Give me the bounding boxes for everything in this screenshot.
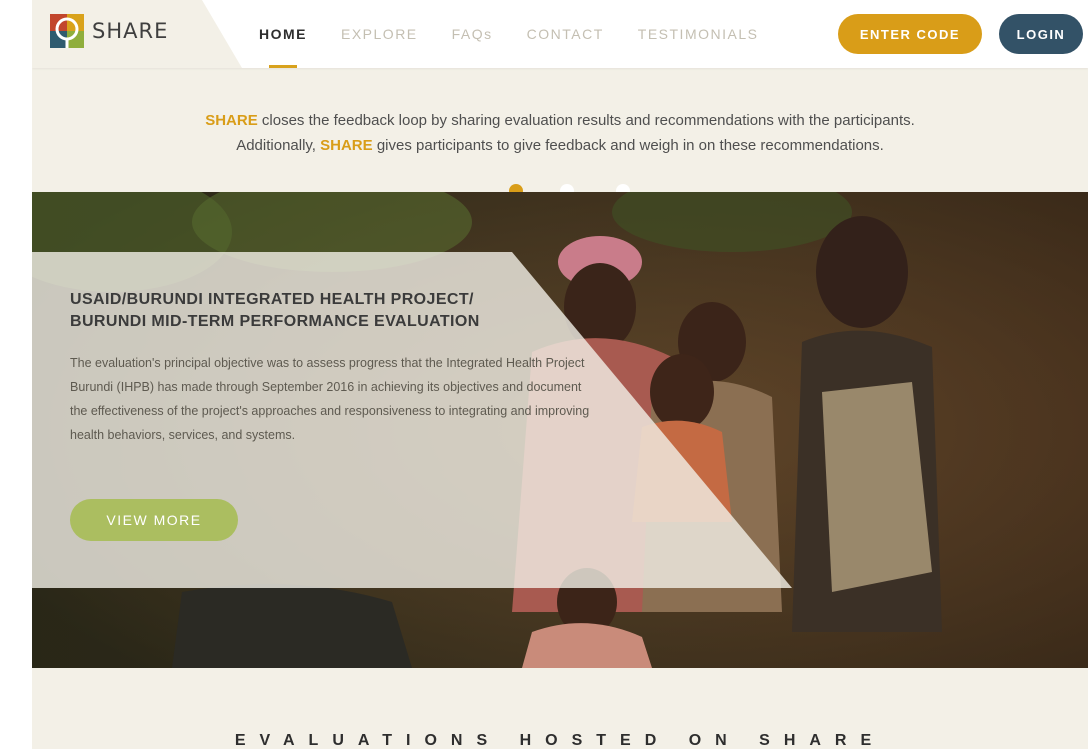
intro-brand: SHARE	[205, 112, 258, 129]
nav-item-home[interactable]: HOME	[259, 0, 307, 68]
hero-title-line-2: BURUNDI MID-TERM PERFORMANCE EVALUATION	[70, 313, 480, 330]
logo-text: SHARE	[92, 19, 169, 43]
enter-code-button[interactable]: ENTER CODE	[838, 14, 982, 54]
intro-line-1-text: closes the feedback loop by sharing eval…	[257, 112, 915, 129]
hero-slide: USAID/BURUNDI INTEGRATED HEALTH PROJECT/…	[32, 192, 1088, 668]
intro-line-2-start: Additionally,	[236, 137, 321, 154]
intro-line-1: SHARE closes the feedback loop by sharin…	[32, 108, 1088, 133]
nav-item-explore[interactable]: EXPLORE	[341, 0, 418, 68]
page: SHARE HOME EXPLORE FAQs CONTACT TESTIMON…	[32, 0, 1088, 749]
main-nav: HOME EXPLORE FAQs CONTACT TESTIMONIALS	[259, 0, 792, 68]
view-more-button[interactable]: VIEW MORE	[70, 499, 238, 541]
hero-title-line-1: USAID/BURUNDI INTEGRATED HEALTH PROJECT/	[70, 291, 474, 308]
nav-item-contact[interactable]: CONTACT	[527, 0, 604, 68]
intro-brand-2: SHARE	[320, 137, 373, 154]
hero-title: USAID/BURUNDI INTEGRATED HEALTH PROJECT/…	[70, 289, 540, 333]
section-title: EVALUATIONS HOSTED ON SHARE	[234, 732, 886, 749]
nav-item-faqs[interactable]: FAQs	[452, 0, 493, 68]
header: SHARE HOME EXPLORE FAQs CONTACT TESTIMON…	[32, 0, 1088, 68]
share-logo-icon	[50, 14, 84, 48]
intro-line-2: Additionally, SHARE gives participants t…	[32, 133, 1088, 158]
intro-line-2-text: gives participants to give feedback and …	[372, 137, 884, 154]
nav-item-testimonials[interactable]: TESTIMONIALS	[638, 0, 759, 68]
hero-description: The evaluation's principal objective was…	[70, 356, 590, 442]
login-button[interactable]: LOGIN	[999, 14, 1083, 54]
intro-text: SHARE closes the feedback loop by sharin…	[32, 108, 1088, 158]
logo[interactable]: SHARE	[50, 14, 168, 48]
